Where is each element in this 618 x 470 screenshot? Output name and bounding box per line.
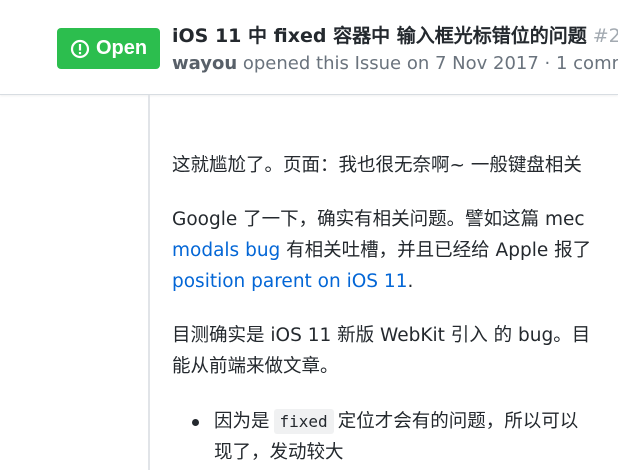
- issue-title: iOS 11 中 fixed 容器中 输入框光标错位的问题 #2: [172, 21, 618, 48]
- paragraph-2-end: .: [407, 271, 414, 292]
- paragraph-3-line-1: 目测确实是 iOS 11 新版 WebKit 引入 的 bug。目: [172, 325, 591, 346]
- timeline-line: [148, 95, 150, 470]
- issue-meta: wayou opened this Issue on 7 Nov 2017 · …: [172, 53, 618, 74]
- paragraph-3: 目测确实是 iOS 11 新版 WebKit 引入 的 bug。目 能从前端来做…: [172, 320, 590, 382]
- bullet-1-suffix: 定位才会有的问题，所以可以: [337, 411, 579, 432]
- issue-author-link[interactable]: wayou: [172, 53, 237, 74]
- issue-number: #2: [592, 25, 618, 47]
- bullet-dot: [192, 419, 199, 426]
- position-parent-link[interactable]: position parent on iOS 11: [172, 271, 407, 292]
- issue-meta-text: opened this Issue on 7 Nov 2017 · 1 comm…: [237, 53, 618, 74]
- bullet-1-line-2: 现了，发动较大: [214, 442, 344, 463]
- bullet-1-prefix: 因为是: [214, 411, 270, 432]
- bullet-list: 因为是 fixed 定位才会有的问题，所以可以 现了，发动较大: [172, 406, 578, 468]
- inline-code: fixed: [273, 409, 334, 434]
- list-item: 因为是 fixed 定位才会有的问题，所以可以 现了，发动较大: [172, 406, 578, 468]
- paragraph-2-line-1: Google 了一下，确实有相关问题。譬如这篇 mec: [172, 209, 585, 230]
- issue-state-label: Open: [95, 37, 148, 59]
- modals-bug-link[interactable]: modals bug: [172, 240, 280, 261]
- issue-state-badge: Open: [57, 28, 160, 69]
- issue-header: Open iOS 11 中 fixed 容器中 输入框光标错位的问题 #2 way…: [0, 0, 618, 95]
- paragraph-3-line-2: 能从前端来做文章。: [172, 356, 339, 377]
- paragraph-2-line-2: 有相关吐槽，并且已经给 Apple 报了: [280, 240, 592, 261]
- issue-title-text: iOS 11 中 fixed 容器中 输入框光标错位的问题: [172, 25, 587, 47]
- paragraph-2: Google 了一下，确实有相关问题。譬如这篇 mec modals bug 有…: [172, 204, 591, 297]
- issue-opened-icon: [70, 39, 90, 59]
- issue-page: Open iOS 11 中 fixed 容器中 输入框光标错位的问题 #2 way…: [0, 0, 618, 470]
- paragraph-1: 这就尴尬了。页面：我也很无奈啊~ 一般键盘相关: [172, 155, 582, 176]
